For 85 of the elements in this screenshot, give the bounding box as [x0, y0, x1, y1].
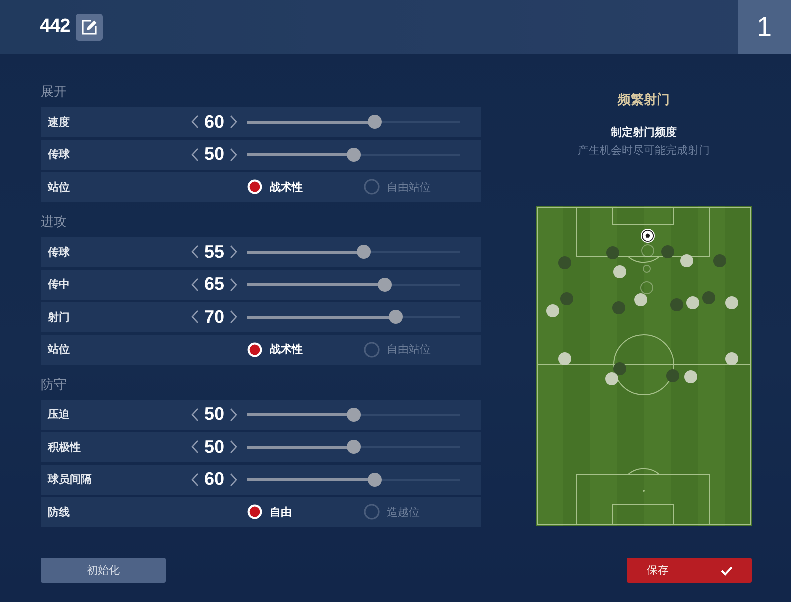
setting-value: 50 [203, 144, 226, 165]
section-title: 展开 [41, 83, 68, 101]
radio-option[interactable]: 自由站位 [364, 342, 481, 358]
ball-trail-icon [643, 265, 651, 273]
slider-thumb[interactable] [357, 245, 372, 259]
setting-label: 传球 [48, 148, 71, 162]
reset-button[interactable]: 初始化 [41, 558, 166, 583]
slider-thumb[interactable] [389, 310, 404, 324]
slider-thumb[interactable] [346, 408, 360, 422]
chevron-right-icon[interactable] [230, 440, 238, 454]
setting-label: 积极性 [48, 440, 82, 454]
ball-trail-icon [642, 244, 654, 258]
setting-value: 60 [203, 112, 226, 132]
player-marker [614, 362, 626, 376]
setting-value: 65 [203, 274, 226, 295]
setting-value: 50 [203, 404, 226, 425]
tactic-description: 产生机会时尽可能完成射门 [578, 144, 710, 159]
section-title: 进攻 [41, 213, 68, 231]
player-marker [560, 292, 574, 306]
chevron-right-icon[interactable] [230, 245, 238, 259]
chevron-right-icon[interactable] [230, 278, 238, 292]
section-title: 防守 [41, 376, 68, 394]
slider-thumb[interactable] [368, 115, 382, 129]
chevron-left-icon[interactable] [191, 440, 199, 454]
radio-option[interactable]: 自由 [247, 504, 364, 520]
radio-option[interactable]: 战术性 [247, 179, 364, 195]
setting-label: 传中 [48, 278, 71, 292]
chevron-left-icon[interactable] [191, 408, 199, 422]
player-marker [662, 246, 674, 258]
chevron-left-icon[interactable] [191, 245, 199, 259]
setting-label: 站位 [48, 180, 71, 194]
chevron-left-icon[interactable] [191, 115, 199, 129]
save-button[interactable]: 保存 [627, 558, 752, 583]
player-marker [614, 266, 626, 278]
setting-label: 射门 [48, 310, 71, 324]
setting-label: 防线 [48, 506, 71, 520]
chevron-right-icon[interactable] [230, 472, 238, 486]
player-marker [606, 246, 620, 260]
slider-thumb[interactable] [368, 472, 382, 486]
chevron-right-icon[interactable] [230, 148, 238, 162]
chevron-right-icon[interactable] [230, 310, 238, 324]
player-marker [726, 352, 738, 366]
player-marker [686, 296, 700, 310]
player-marker [680, 254, 694, 268]
player-marker [558, 256, 572, 270]
setting-label: 站位 [48, 342, 71, 357]
tactic-title: 频繁射门 [618, 91, 670, 109]
player-marker [606, 372, 618, 386]
ball-icon [641, 229, 655, 243]
slider-thumb[interactable] [346, 440, 360, 454]
player-marker [558, 352, 572, 366]
setting-label: 传球 [48, 246, 71, 260]
player-marker [714, 254, 726, 268]
tactic-subtitle: 制定射门频度 [611, 126, 677, 141]
setting-label: 压迫 [48, 408, 71, 422]
chevron-left-icon[interactable] [191, 148, 199, 162]
slider-thumb[interactable] [346, 148, 360, 162]
player-marker [634, 294, 648, 306]
player-marker [670, 298, 684, 312]
player-marker [666, 370, 680, 382]
checkmark-icon [721, 566, 733, 576]
chevron-left-icon[interactable] [191, 278, 199, 292]
edit-icon[interactable] [76, 14, 104, 40]
slider-thumb[interactable] [378, 278, 392, 292]
chevron-left-icon[interactable] [191, 472, 199, 486]
chevron-left-icon[interactable] [191, 310, 199, 324]
player-marker [726, 296, 738, 310]
radio-option[interactable]: 造越位 [364, 504, 481, 520]
ball-trail-icon [640, 282, 654, 294]
radio-option[interactable]: 自由站位 [364, 179, 481, 195]
setting-label: 球员间隔 [48, 472, 93, 487]
radio-option[interactable]: 战术性 [247, 342, 364, 358]
player-marker [702, 292, 716, 304]
player-marker [546, 304, 560, 318]
setting-value: 70 [203, 306, 226, 328]
chevron-right-icon[interactable] [230, 408, 238, 422]
setting-label: 速度 [48, 116, 71, 130]
number-panel: 1 [738, 0, 791, 54]
player-marker [684, 370, 698, 384]
chevron-right-icon[interactable] [230, 115, 238, 129]
setting-value: 55 [203, 242, 226, 262]
player-marker [612, 302, 626, 314]
setting-value: 50 [203, 436, 226, 458]
setting-value: 60 [203, 469, 226, 490]
formation-title: 442 [40, 16, 70, 38]
